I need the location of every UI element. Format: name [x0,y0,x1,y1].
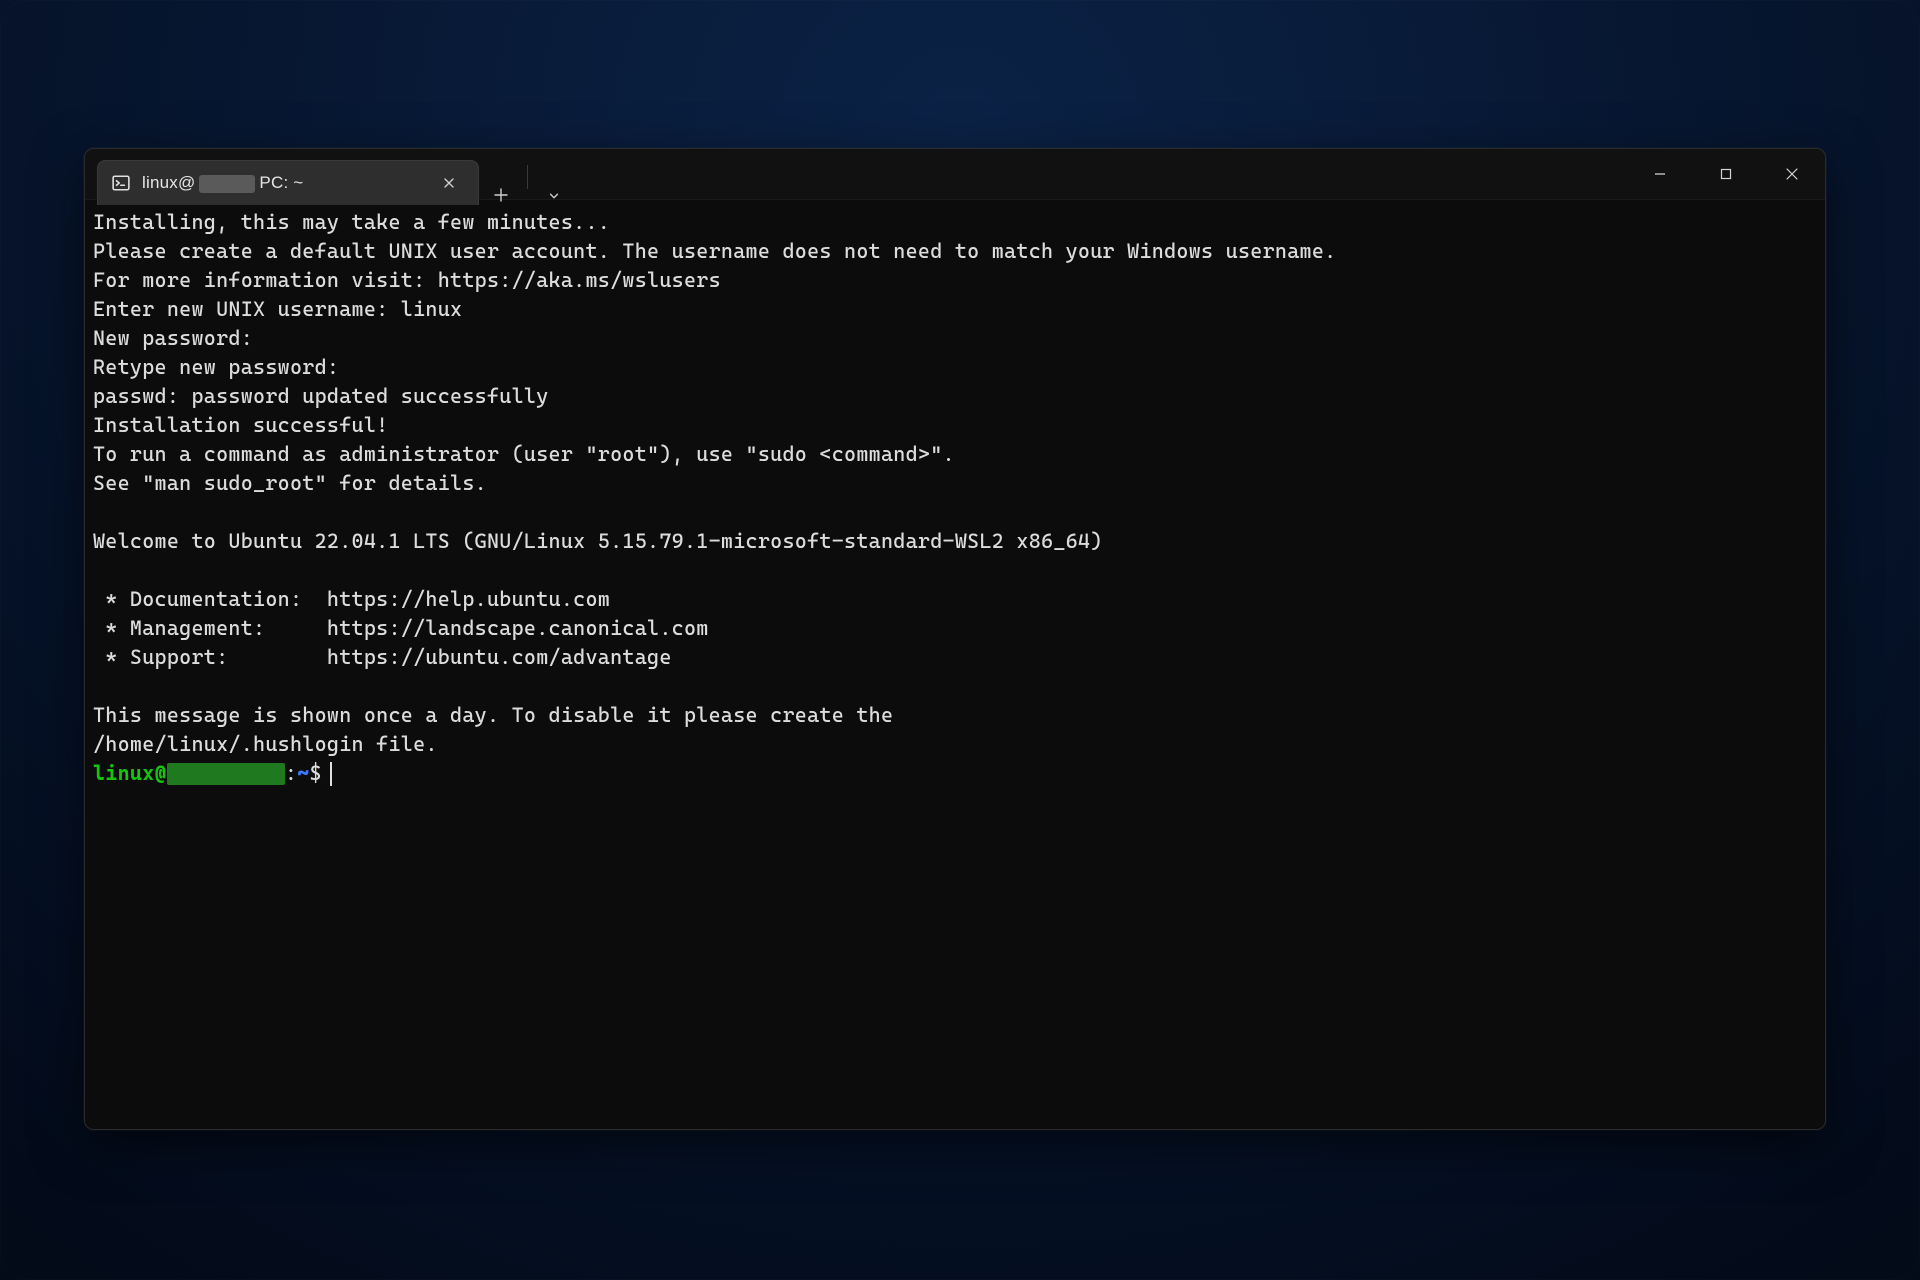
tab-separator [527,165,528,189]
tab-strip: linux@ PC: ~ [85,149,576,199]
terminal-line: * Management: https://landscape.canonica… [93,614,1817,643]
prompt-symbol: $ [310,759,322,788]
terminal-line: passwd: password updated successfully [93,382,1817,411]
terminal-line [93,556,1817,585]
terminal-line: To run a command as administrator (user … [93,440,1817,469]
terminal-line: See "man sudo_root" for details. [93,469,1817,498]
terminal-line [93,672,1817,701]
terminal-line: For more information visit: https://aka.… [93,266,1817,295]
terminal-line: * Documentation: https://help.ubuntu.com [93,585,1817,614]
tab-title: linux@ PC: ~ [142,173,424,193]
prompt-sep: : [285,759,297,788]
terminal-line: New password: [93,324,1817,353]
terminal-icon [112,174,130,192]
prompt-path: ~ [297,759,309,788]
terminal-line: Retype new password: [93,353,1817,382]
window-controls [1627,149,1825,199]
terminal-line: Please create a default UNIX user accoun… [93,237,1817,266]
prompt-user: linux@ [93,759,167,788]
terminal-line: This message is shown once a day. To dis… [93,701,1817,730]
terminal-line: Installation successful! [93,411,1817,440]
titlebar-drag-region[interactable] [576,149,1627,199]
terminal-line: Welcome to Ubuntu 22.04.1 LTS (GNU/Linux… [93,527,1817,556]
tab-active[interactable]: linux@ PC: ~ [97,160,479,205]
cursor [330,762,332,786]
tab-dropdown-button[interactable] [532,190,576,202]
terminal-window: linux@ PC: ~ [84,148,1826,1130]
tab-close-button[interactable] [436,170,462,196]
maximize-button[interactable] [1693,149,1759,199]
tab-title-prefix: linux@ [142,173,195,193]
prompt-host-redacted [167,763,285,785]
tab-title-redacted [199,175,255,193]
terminal-body[interactable]: Installing, this may take a few minutes.… [85,200,1825,1129]
tab-title-suffix: PC: ~ [259,173,303,193]
terminal-line: Enter new UNIX username: linux [93,295,1817,324]
terminal-line: Installing, this may take a few minutes.… [93,208,1817,237]
terminal-line [93,498,1817,527]
minimize-button[interactable] [1627,149,1693,199]
prompt-line: linux@:~$ [93,759,1817,788]
close-button[interactable] [1759,149,1825,199]
titlebar[interactable]: linux@ PC: ~ [85,149,1825,200]
terminal-line: * Support: https://ubuntu.com/advantage [93,643,1817,672]
new-tab-button[interactable] [479,188,523,202]
terminal-line: /home/linux/.hushlogin file. [93,730,1817,759]
